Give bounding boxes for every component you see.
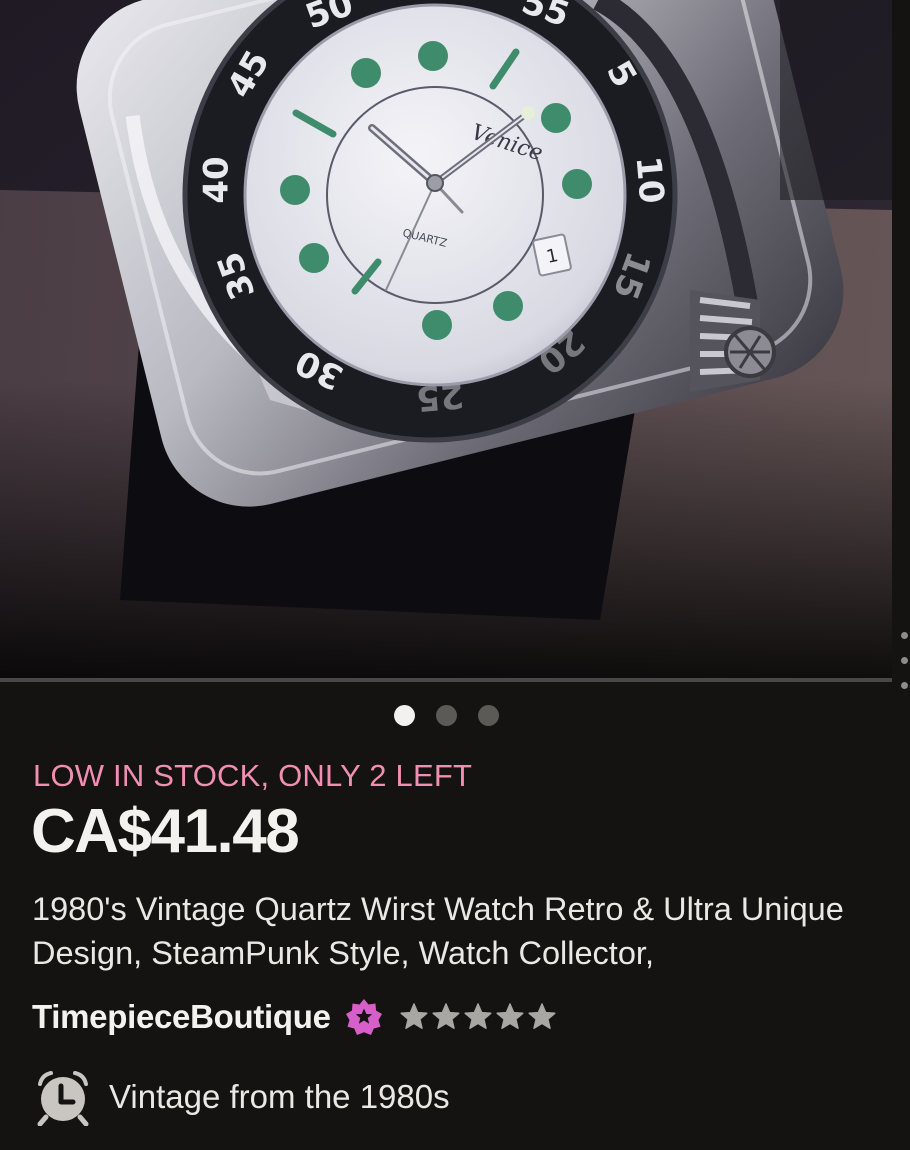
item-era-row: Vintage from the 1980s [32, 1068, 450, 1127]
product-listing-page: 50 55 5 10 15 20 25 30 35 40 45 Venice Q… [0, 0, 910, 1150]
alarm-clock-icon [32, 1068, 94, 1127]
low-stock-notice: LOW IN STOCK, ONLY 2 LEFT [33, 758, 473, 793]
rating-star-icon [399, 1002, 429, 1032]
image-divider [0, 678, 892, 682]
seller-name-link[interactable]: TimepieceBoutique [32, 998, 331, 1036]
rating-star-icon [431, 1002, 461, 1032]
seller-row: TimepieceBoutique [32, 994, 557, 1040]
rating-star-icon [495, 1002, 525, 1032]
item-era-text: Vintage from the 1980s [109, 1078, 450, 1115]
rating-star-icon [527, 1002, 557, 1032]
carousel-dot[interactable] [393, 704, 415, 726]
image-carousel-indicator [0, 704, 892, 726]
product-price: CA$41.48 [31, 797, 300, 866]
bezel-number: 10 [628, 155, 672, 206]
carousel-dot[interactable] [477, 704, 499, 726]
product-title: 1980's Vintage Quartz Wirst Watch Retro … [32, 891, 844, 971]
star-seller-badge-icon [345, 998, 383, 1036]
rating-star-icon [463, 1002, 493, 1032]
product-photo[interactable]: 50 55 5 10 15 20 25 30 35 40 45 Venice Q… [0, 0, 892, 678]
bezel-number: 40 [197, 156, 237, 203]
more-options-icon[interactable] [898, 630, 910, 694]
seller-rating-stars[interactable] [399, 1002, 557, 1032]
carousel-dot[interactable] [435, 704, 457, 726]
